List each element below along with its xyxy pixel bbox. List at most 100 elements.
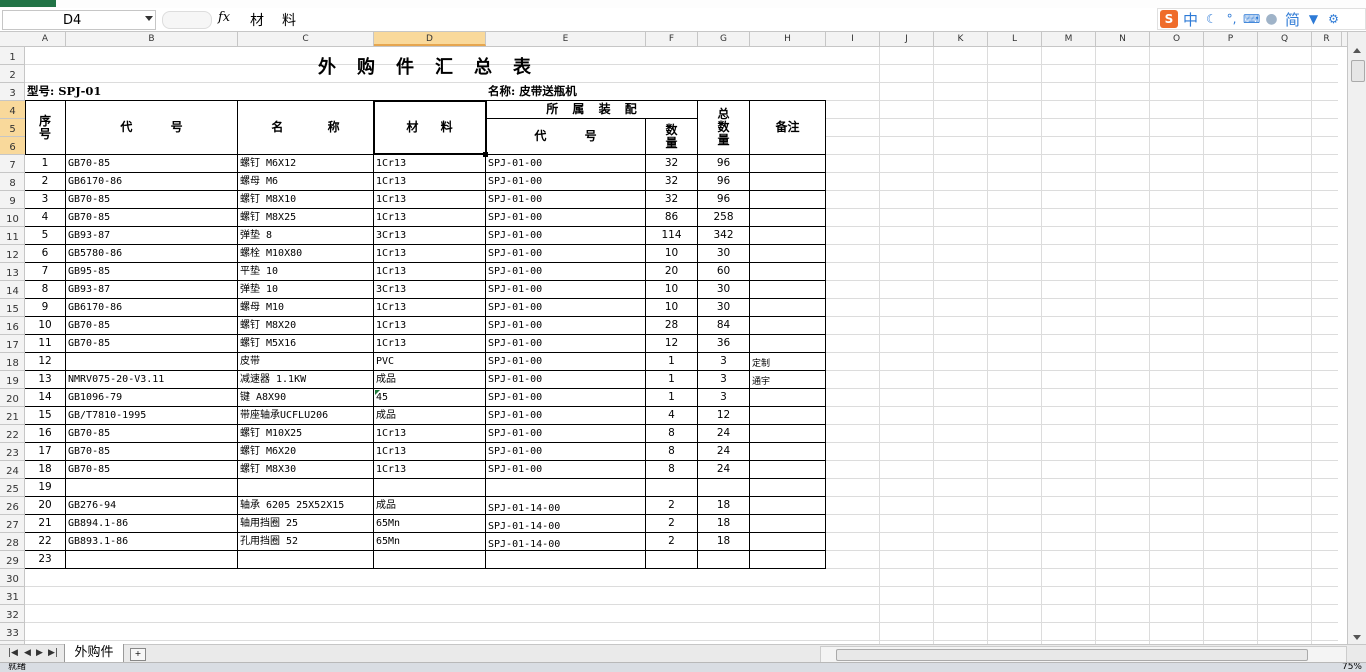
- row-header[interactable]: 1: [0, 47, 25, 65]
- code-cell[interactable]: GB93-87: [66, 227, 238, 245]
- row-header[interactable]: 32: [0, 605, 25, 623]
- name-cell[interactable]: 螺栓 M10X80: [238, 245, 374, 263]
- seq-cell[interactable]: 10: [25, 317, 66, 335]
- hscroll-thumb[interactable]: [836, 649, 1308, 661]
- row-header[interactable]: 29: [0, 551, 25, 569]
- total-cell[interactable]: [698, 479, 750, 497]
- note-cell[interactable]: 定制: [750, 353, 826, 371]
- seq-cell[interactable]: 15: [25, 407, 66, 425]
- name-cell[interactable]: 螺钉 M6X20: [238, 443, 374, 461]
- assembly-code-cell[interactable]: SPJ-01-00: [486, 191, 646, 209]
- material-cell[interactable]: 65Mn: [374, 533, 486, 551]
- assembly-code-cell[interactable]: SPJ-01-00: [486, 155, 646, 173]
- assembly-code-cell[interactable]: SPJ-01-14-00: [486, 497, 646, 515]
- assembly-code-cell[interactable]: SPJ-01-00: [486, 407, 646, 425]
- name-cell[interactable]: 轴用挡圈 25: [238, 515, 374, 533]
- assembly-code-cell[interactable]: SPJ-01-14-00: [486, 515, 646, 533]
- note-cell[interactable]: [750, 281, 826, 299]
- note-cell[interactable]: [750, 407, 826, 425]
- qty-cell[interactable]: [646, 479, 698, 497]
- material-cell[interactable]: [374, 551, 486, 569]
- material-cell[interactable]: 成品: [374, 371, 486, 389]
- column-header[interactable]: I: [826, 32, 880, 46]
- total-cell[interactable]: 30: [698, 281, 750, 299]
- qty-cell[interactable]: 10: [646, 245, 698, 263]
- qty-cell[interactable]: 8: [646, 443, 698, 461]
- row-header[interactable]: 16: [0, 317, 25, 335]
- code-cell[interactable]: GB70-85: [66, 425, 238, 443]
- name-cell[interactable]: 螺钉 M8X20: [238, 317, 374, 335]
- header-qty[interactable]: 数量: [646, 119, 698, 155]
- total-cell[interactable]: 96: [698, 191, 750, 209]
- total-cell[interactable]: 18: [698, 497, 750, 515]
- note-cell[interactable]: [750, 443, 826, 461]
- assembly-code-cell[interactable]: SPJ-01-00: [486, 173, 646, 191]
- qty-cell[interactable]: 114: [646, 227, 698, 245]
- total-cell[interactable]: 18: [698, 533, 750, 551]
- row-header[interactable]: 17: [0, 335, 25, 353]
- row-header[interactable]: 23: [0, 443, 25, 461]
- row-header[interactable]: 18: [0, 353, 25, 371]
- name-cell[interactable]: 螺钉 M8X30: [238, 461, 374, 479]
- code-cell[interactable]: GB893.1-86: [66, 533, 238, 551]
- total-cell[interactable]: 3: [698, 371, 750, 389]
- note-cell[interactable]: [750, 461, 826, 479]
- code-cell[interactable]: GB1096-79: [66, 389, 238, 407]
- seq-cell[interactable]: 3: [25, 191, 66, 209]
- seq-cell[interactable]: 21: [25, 515, 66, 533]
- row-header[interactable]: 33: [0, 623, 25, 641]
- user-icon[interactable]: ●: [1263, 11, 1280, 27]
- code-cell[interactable]: GB276-94: [66, 497, 238, 515]
- name-cell[interactable]: 螺母 M10: [238, 299, 374, 317]
- code-cell[interactable]: GB6170-86: [66, 173, 238, 191]
- material-cell[interactable]: PVC: [374, 353, 486, 371]
- header-total[interactable]: 总数量: [698, 101, 750, 155]
- keyboard-icon[interactable]: ⌨: [1243, 12, 1260, 26]
- assembly-code-cell[interactable]: [486, 479, 646, 497]
- qty-cell[interactable]: 8: [646, 425, 698, 443]
- seq-cell[interactable]: 13: [25, 371, 66, 389]
- row-header[interactable]: 4: [0, 101, 25, 119]
- chevron-down-icon[interactable]: [145, 16, 153, 21]
- sheet-grid[interactable]: 外购件汇总表 型号: SPJ-01 名称: 皮带送瓶机 序号代 号名 称材 料所…: [25, 47, 1338, 644]
- code-cell[interactable]: [66, 479, 238, 497]
- code-cell[interactable]: [66, 353, 238, 371]
- total-cell[interactable]: 3: [698, 353, 750, 371]
- row-header[interactable]: 13: [0, 263, 25, 281]
- row-header[interactable]: 26: [0, 497, 25, 515]
- total-cell[interactable]: 24: [698, 443, 750, 461]
- row-header[interactable]: 15: [0, 299, 25, 317]
- file-tab-edge[interactable]: [0, 0, 56, 7]
- note-cell[interactable]: [750, 245, 826, 263]
- column-header[interactable]: H: [750, 32, 826, 46]
- total-cell[interactable]: [698, 551, 750, 569]
- row-header[interactable]: 3: [0, 83, 25, 101]
- material-cell[interactable]: 1Cr13: [374, 245, 486, 263]
- assembly-code-cell[interactable]: SPJ-01-00: [486, 299, 646, 317]
- name-cell[interactable]: 螺母 M6: [238, 173, 374, 191]
- total-cell[interactable]: 24: [698, 461, 750, 479]
- material-cell[interactable]: 1Cr13: [374, 263, 486, 281]
- assembly-code-cell[interactable]: SPJ-01-00: [486, 335, 646, 353]
- code-cell[interactable]: GB70-85: [66, 209, 238, 227]
- header-note[interactable]: 备注: [750, 101, 826, 155]
- qty-cell[interactable]: 20: [646, 263, 698, 281]
- name-cell[interactable]: 皮带: [238, 353, 374, 371]
- scroll-up-icon[interactable]: [1353, 48, 1361, 53]
- scroll-thumb[interactable]: [1351, 60, 1365, 82]
- total-cell[interactable]: 18: [698, 515, 750, 533]
- material-cell[interactable]: 45: [374, 389, 486, 407]
- assembly-code-cell[interactable]: SPJ-01-00: [486, 461, 646, 479]
- name-cell[interactable]: 孔用挡圈 52: [238, 533, 374, 551]
- material-cell[interactable]: [374, 479, 486, 497]
- total-cell[interactable]: 30: [698, 299, 750, 317]
- seq-cell[interactable]: 23: [25, 551, 66, 569]
- vertical-scrollbar[interactable]: [1347, 32, 1366, 644]
- prev-sheet-icon[interactable]: ◀: [24, 648, 31, 658]
- assembly-code-cell[interactable]: SPJ-01-00: [486, 443, 646, 461]
- scroll-down-icon[interactable]: [1353, 635, 1361, 640]
- total-cell[interactable]: 60: [698, 263, 750, 281]
- seq-cell[interactable]: 16: [25, 425, 66, 443]
- assembly-code-cell[interactable]: SPJ-01-00: [486, 425, 646, 443]
- assembly-code-cell[interactable]: [486, 551, 646, 569]
